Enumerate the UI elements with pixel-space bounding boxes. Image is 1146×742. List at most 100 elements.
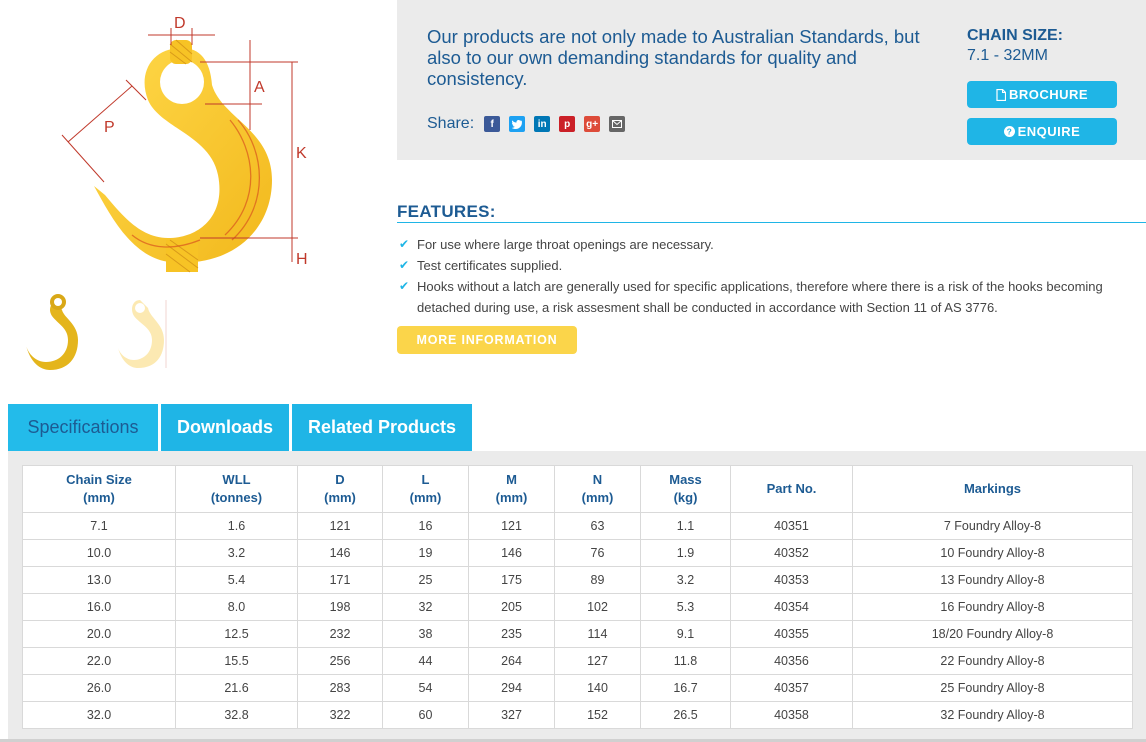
column-header-wll: WLL (tonnes) xyxy=(175,465,298,513)
column-header-unit: (mm) xyxy=(324,490,356,505)
facebook-icon[interactable]: f xyxy=(484,116,501,132)
enquire-button[interactable]: ? ENQUIRE xyxy=(967,118,1117,145)
table-cell-mass: 16.7 xyxy=(640,674,731,702)
table-cell-wll: 12.5 xyxy=(175,620,298,648)
table-cell-wll: 32.8 xyxy=(175,701,298,729)
column-header-label: Part No. xyxy=(766,481,817,496)
table-cell-n: 140 xyxy=(554,674,641,702)
column-header-markings: Markings xyxy=(852,465,1133,513)
feature-item: ✔ Test certificates supplied. xyxy=(399,255,1146,276)
tab-bar: Specifications Downloads Related Product… xyxy=(8,404,472,451)
chain-size-title: CHAIN SIZE: xyxy=(967,27,1063,44)
table-cell-l: 16 xyxy=(382,512,469,540)
twitter-icon[interactable] xyxy=(509,116,526,132)
table-row: 13.0 5.4 171 25 175 89 3.2 40353 13 Foundry Allo… xyxy=(22,566,1133,594)
dim-label-a: A xyxy=(254,79,265,96)
column-header-unit: (mm) xyxy=(495,490,528,505)
brochure-button[interactable]: BROCHURE xyxy=(967,81,1117,108)
column-header-unit: (tonnes) xyxy=(210,490,263,505)
table-cell-markings: 18/20 Foundry Alloy-8 xyxy=(852,620,1133,648)
table-cell-chain-size: 16.0 xyxy=(22,593,176,621)
table-cell-m: 175 xyxy=(468,566,555,594)
table-cell-d: 256 xyxy=(297,647,383,675)
table-cell-wll: 8.0 xyxy=(175,593,298,621)
features-title: FEATURES: xyxy=(397,202,496,221)
table-cell-mass: 1.9 xyxy=(640,539,731,567)
table-cell-part-no: 40356 xyxy=(730,647,853,675)
table-cell-chain-size: 10.0 xyxy=(22,539,176,567)
column-header-label: M xyxy=(506,472,517,487)
feature-item: ✔ For use where large throat openings ar… xyxy=(399,234,1146,255)
table-row: 20.0 12.5 232 38 235 114 9.1 40355 18/20 Foundry… xyxy=(22,620,1133,648)
table-cell-d: 146 xyxy=(297,539,383,567)
table-cell-markings: 16 Foundry Alloy-8 xyxy=(852,593,1133,621)
tab-related-products[interactable]: Related Products xyxy=(292,404,472,451)
intro-text: Our products are not only made to Austra… xyxy=(427,26,920,89)
table-cell-wll: 3.2 xyxy=(175,539,298,567)
specifications-panel: Chain Size (mm) WLL (tonnes) D (mm) L (mm) M (mm)… xyxy=(8,451,1146,739)
table-cell-part-no: 40353 xyxy=(730,566,853,594)
table-cell-part-no: 40354 xyxy=(730,593,853,621)
hook-eye xyxy=(160,60,204,104)
table-cell-n: 76 xyxy=(554,539,641,567)
table-cell-d: 322 xyxy=(297,701,383,729)
table-cell-chain-size: 7.1 xyxy=(22,512,176,540)
table-row: 22.0 15.5 256 44 264 127 11.8 40356 22 Foundry A… xyxy=(22,647,1133,675)
table-cell-mass: 3.2 xyxy=(640,566,731,594)
table-cell-n: 114 xyxy=(554,620,641,648)
tab-downloads[interactable]: Downloads xyxy=(161,404,289,451)
more-information-button[interactable]: MORE INFORMATION xyxy=(397,326,577,354)
tab-specifications[interactable]: Specifications xyxy=(8,404,158,451)
table-row: 7.1 1.6 121 16 121 63 1.1 40351 7 Foundry Alloy-… xyxy=(22,512,1133,540)
table-cell-m: 327 xyxy=(468,701,555,729)
thumbnail-hook-diagram[interactable] xyxy=(110,290,172,372)
check-icon: ✔ xyxy=(399,279,410,293)
table-cell-mass: 26.5 xyxy=(640,701,731,729)
table-cell-l: 54 xyxy=(382,674,469,702)
table-cell-part-no: 40352 xyxy=(730,539,853,567)
table-cell-m: 294 xyxy=(468,674,555,702)
column-header-unit: (mm) xyxy=(581,490,614,505)
share-label: Share: xyxy=(427,115,475,132)
table-row: 10.0 3.2 146 19 146 76 1.9 40352 10 Foundry Allo… xyxy=(22,539,1133,567)
column-header-n: N (mm) xyxy=(554,465,641,513)
share-bar: Share: f in p g+ xyxy=(427,115,628,133)
email-icon[interactable] xyxy=(609,116,626,132)
table-cell-markings: 7 Foundry Alloy-8 xyxy=(852,512,1133,540)
feature-item: ✔ Hooks without a latch are generally us… xyxy=(399,276,1146,318)
check-icon: ✔ xyxy=(399,258,410,272)
table-cell-part-no: 40355 xyxy=(730,620,853,648)
table-cell-d: 232 xyxy=(297,620,383,648)
column-header-label: Markings xyxy=(963,481,1022,496)
chain-size-value: 7.1 - 32MM xyxy=(967,47,1048,64)
table-cell-wll: 1.6 xyxy=(175,512,298,540)
table-cell-n: 152 xyxy=(554,701,641,729)
table-cell-part-no: 40351 xyxy=(730,512,853,540)
table-cell-part-no: 40358 xyxy=(730,701,853,729)
table-cell-l: 32 xyxy=(382,593,469,621)
document-icon xyxy=(996,88,1006,101)
thumbnail-hook-photo[interactable] xyxy=(20,290,82,372)
brochure-label: BROCHURE xyxy=(1008,87,1089,102)
table-cell-l: 38 xyxy=(382,620,469,648)
linkedin-icon[interactable]: in xyxy=(534,116,551,132)
table-cell-m: 146 xyxy=(468,539,555,567)
table-cell-chain-size: 22.0 xyxy=(22,647,176,675)
table-cell-mass: 1.1 xyxy=(640,512,731,540)
features-divider xyxy=(397,222,1146,223)
enquire-label: ENQUIRE xyxy=(1017,124,1081,139)
column-header-part-no: Part No. xyxy=(730,465,853,513)
feature-text: For use where large throat openings are … xyxy=(417,237,714,252)
google-plus-icon[interactable]: g+ xyxy=(584,116,601,132)
dim-label-p: P xyxy=(104,119,115,136)
feature-text: Hooks without a latch are generally used… xyxy=(417,279,1103,315)
table-cell-d: 121 xyxy=(297,512,383,540)
svg-text:?: ? xyxy=(1006,127,1012,137)
table-cell-l: 19 xyxy=(382,539,469,567)
column-header-label: Chain Size xyxy=(66,472,132,487)
pinterest-icon[interactable]: p xyxy=(559,116,576,132)
table-body: 7.1 1.6 121 16 121 63 1.1 40351 7 Foundry Alloy-… xyxy=(22,512,1133,729)
table-cell-chain-size: 20.0 xyxy=(22,620,176,648)
product-info-panel: Our products are not only made to Austra… xyxy=(397,0,1146,160)
table-cell-chain-size: 26.0 xyxy=(22,674,176,702)
